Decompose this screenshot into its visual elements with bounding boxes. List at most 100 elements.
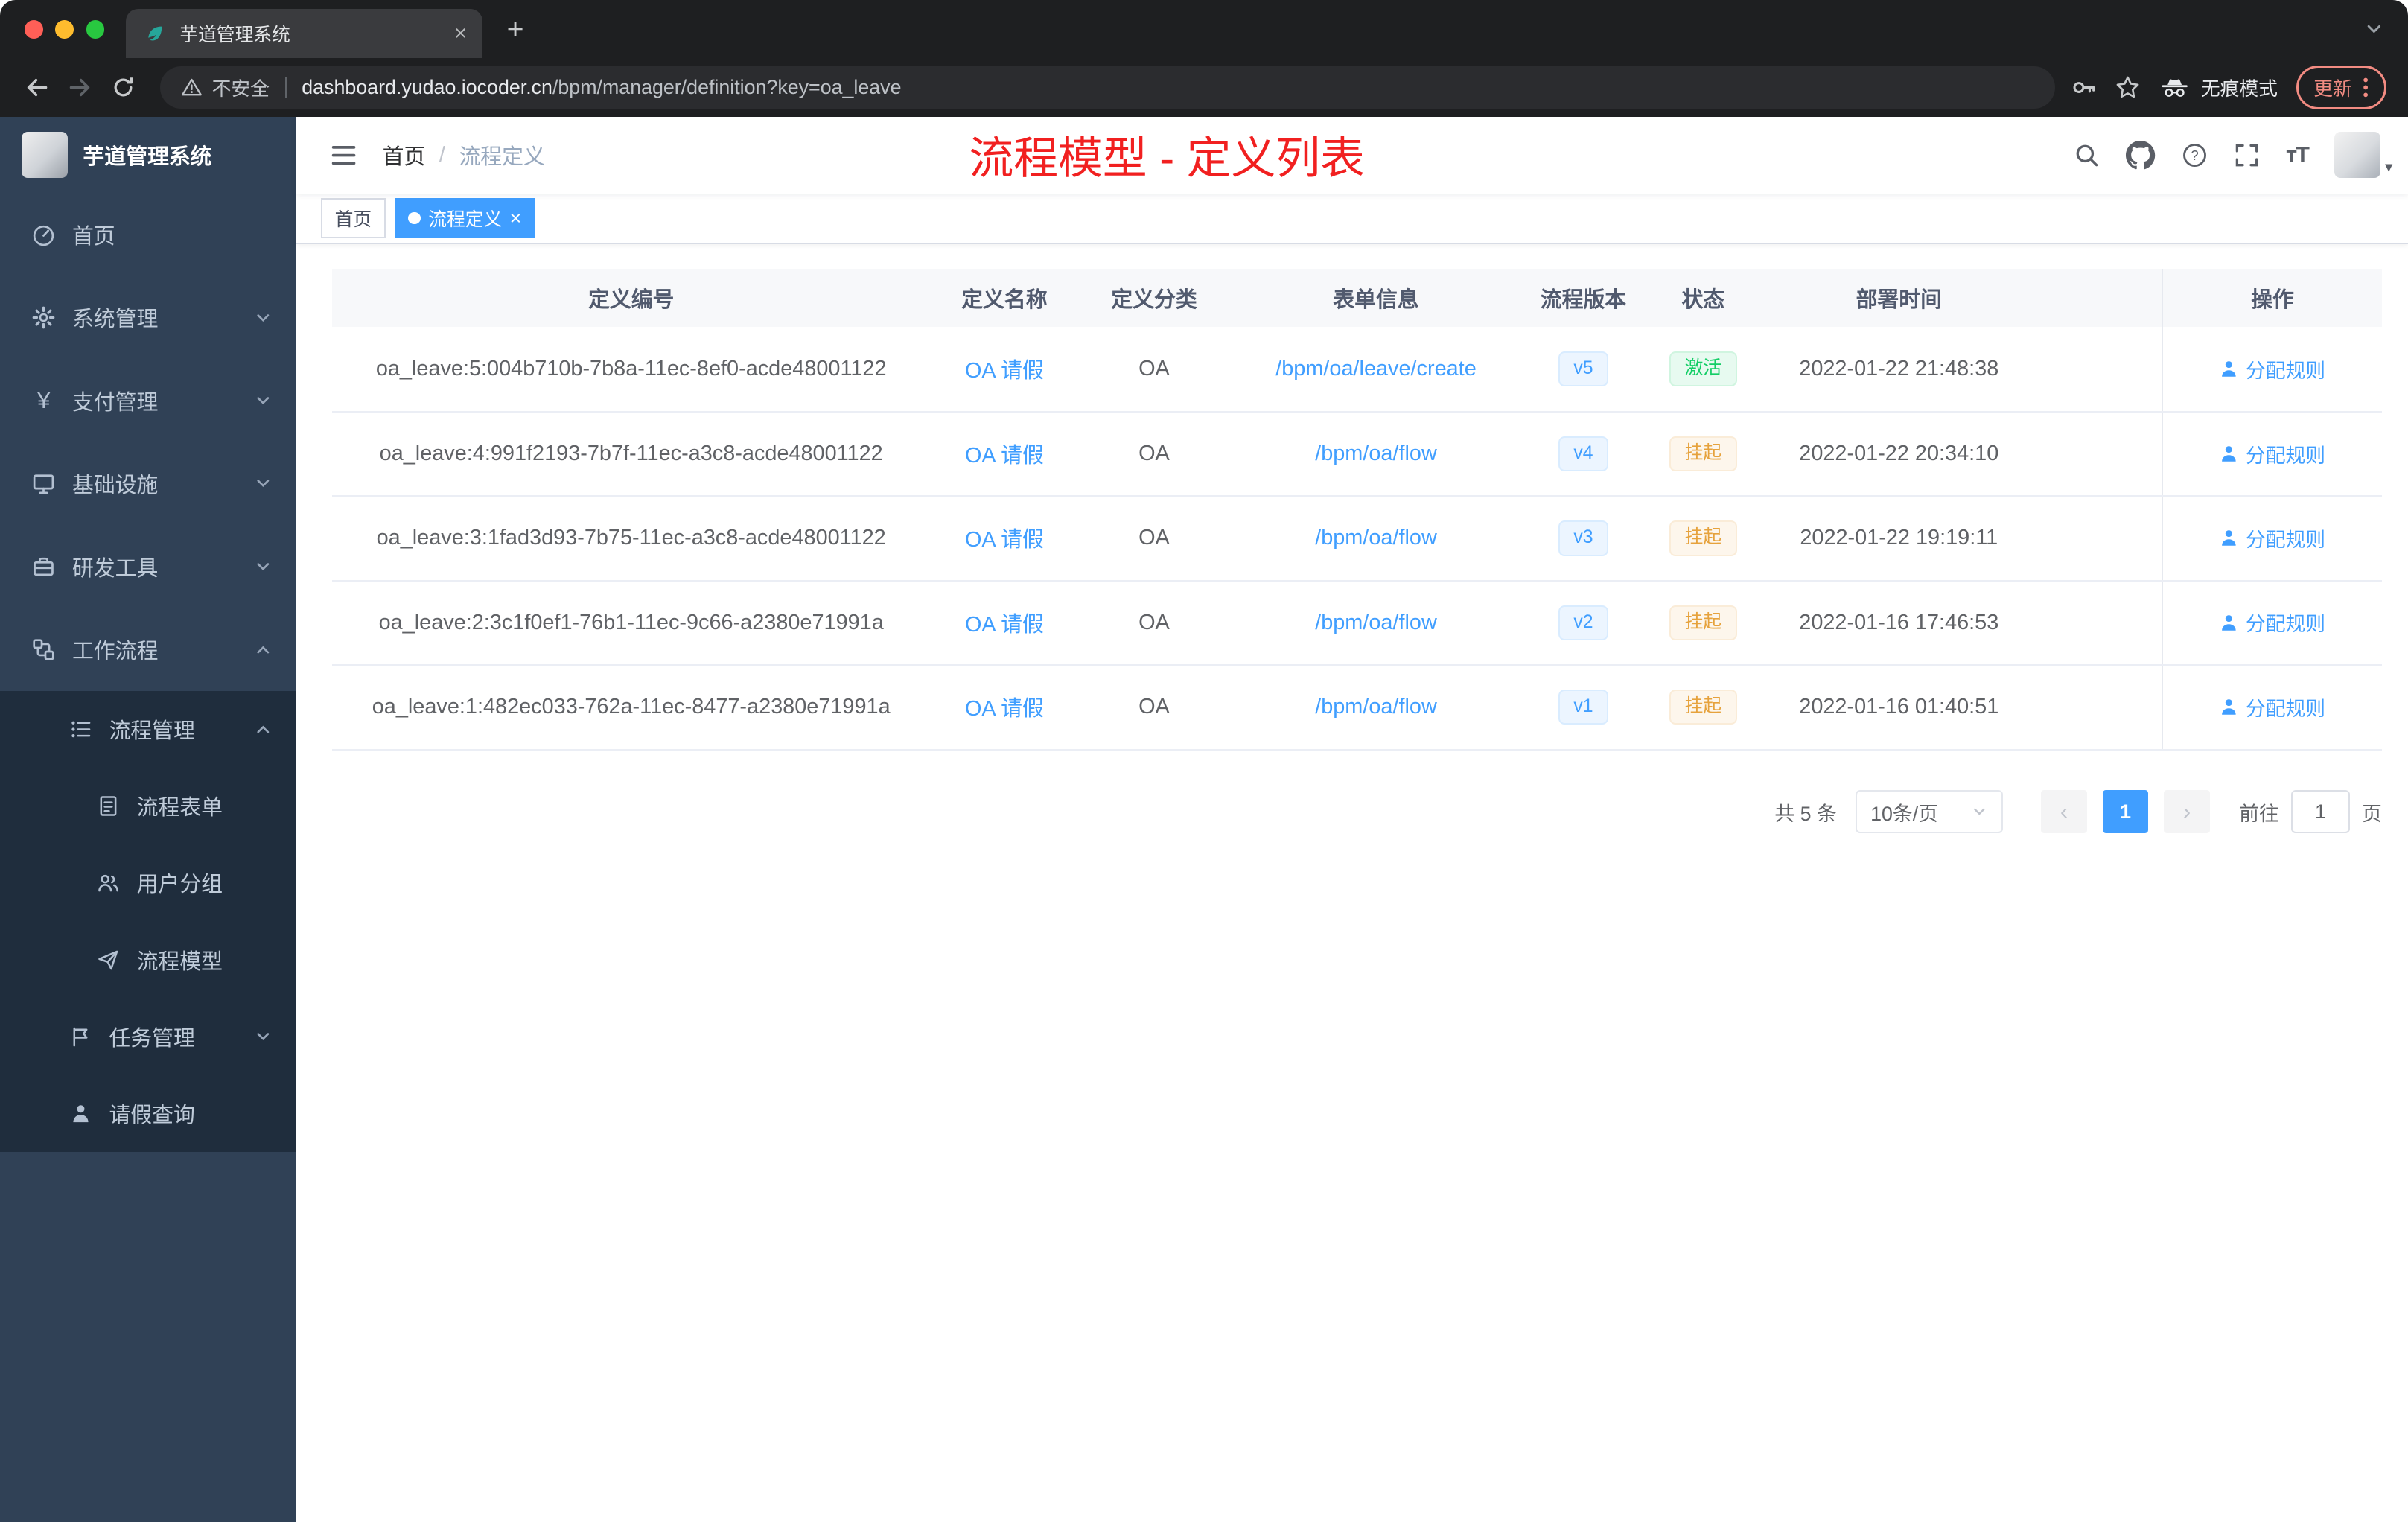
sidebar-item-home[interactable]: 首页 (0, 194, 296, 276)
version-badge: v3 (1558, 520, 1609, 556)
definition-name-link[interactable]: OA 请假 (965, 697, 1044, 721)
key-icon[interactable] (2071, 74, 2097, 101)
col-definition-category: 定义分类 (1077, 268, 1231, 328)
version-badge: v2 (1558, 605, 1609, 640)
chevron-up-icon (255, 721, 272, 738)
sidebar-item-user-group[interactable]: 用户分组 (0, 844, 296, 921)
assign-rule-link[interactable]: 分配规则 (2220, 608, 2325, 637)
url-text: dashboard.yudao.iocoder.cn/bpm/manager/d… (302, 76, 901, 99)
cell-filler (2036, 411, 2162, 497)
flag-icon (68, 1024, 94, 1050)
url-bar[interactable]: 不安全 dashboard.yudao.iocoder.cn/bpm/manag… (159, 66, 2055, 109)
sidebar-item-workflow[interactable]: 工作流程 (0, 608, 296, 691)
tab-title: 芋道管理系统 (179, 25, 290, 46)
tag-close-icon[interactable]: × (510, 208, 522, 229)
assign-rule-link[interactable]: 分配规则 (2220, 354, 2325, 383)
sidebar-item-leave-query[interactable]: 请假查询 (0, 1075, 296, 1152)
form-link[interactable]: /bpm/oa/flow (1315, 611, 1437, 634)
back-icon[interactable] (16, 66, 59, 109)
reload-icon[interactable] (101, 66, 144, 109)
update-label: 更新 (2313, 79, 2352, 101)
form-link[interactable]: /bpm/oa/flow (1315, 526, 1437, 550)
definition-name-link[interactable]: OA 请假 (965, 528, 1044, 552)
definition-name-link[interactable]: OA 请假 (965, 444, 1044, 468)
workflow-submenu: 流程管理 流程表单 用户分组 流程模型 任务管理 请假查询 (0, 691, 297, 1152)
status-badge: 激活 (1669, 351, 1737, 387)
form-link[interactable]: /bpm/oa/leave/create (1275, 357, 1477, 380)
tag-home[interactable]: 首页 (321, 198, 386, 238)
table-row: oa_leave:4:991f2193-7b7f-11ec-a3c8-acde4… (331, 411, 2382, 497)
paper-plane-icon (95, 947, 121, 973)
security-chip[interactable]: 不安全 (181, 74, 270, 101)
breadcrumb-home[interactable]: 首页 (383, 140, 426, 171)
col-definition-name: 定义名称 (930, 268, 1078, 328)
sidebar-item-infrastructure[interactable]: 基础设施 (0, 442, 296, 525)
cell-category: OA (1077, 580, 1231, 666)
toolbar-right: 无痕模式 更新 (2071, 65, 2387, 110)
zoom-window-button[interactable] (86, 19, 105, 39)
navbar: 首页 / 流程定义 流程模型 - 定义列表 ? тT ▾ (296, 116, 2408, 194)
tab-search-icon[interactable] (2365, 20, 2383, 39)
minimize-window-button[interactable] (55, 19, 74, 39)
hamburger-icon[interactable] (296, 141, 383, 169)
page-size-value: 10条/页 (1870, 802, 1938, 825)
sidebar-item-process-form[interactable]: 流程表单 (0, 768, 296, 844)
cell-deploy-time: 2022-01-22 21:48:38 (1761, 327, 2036, 413)
user-avatar[interactable]: ▾ (2334, 132, 2392, 179)
definition-name-link[interactable]: OA 请假 (965, 613, 1044, 637)
cell-deploy-time: 2022-01-22 19:19:11 (1761, 496, 2036, 582)
chevron-down-icon (255, 1028, 272, 1045)
sidebar-item-devtools[interactable]: 研发工具 (0, 525, 296, 608)
forward-icon[interactable] (58, 66, 101, 109)
help-icon[interactable]: ? (2182, 142, 2208, 168)
form-link[interactable]: /bpm/oa/flow (1315, 695, 1437, 719)
sidebar-item-system[interactable]: 系统管理 (0, 276, 296, 359)
form-link[interactable]: /bpm/oa/flow (1315, 442, 1437, 465)
definition-table: 定义编号 定义名称 定义分类 表单信息 流程版本 状态 部署时间 操作 oa_l… (331, 268, 2382, 751)
chevron-down-icon (255, 310, 272, 327)
goto-page-input[interactable] (2291, 790, 2350, 833)
fullscreen-icon[interactable] (2234, 142, 2260, 168)
github-icon[interactable] (2126, 140, 2156, 170)
font-size-icon[interactable]: тT (2286, 141, 2310, 168)
monitor-icon (31, 471, 57, 497)
tab-strip: 芋道管理系统 × + (0, 0, 2408, 59)
url-separator (284, 77, 287, 98)
next-page-button[interactable]: › (2164, 790, 2210, 833)
bookmark-star-icon[interactable] (2115, 74, 2141, 101)
tag-process-definition[interactable]: 流程定义 × (394, 198, 535, 238)
update-button[interactable]: 更新 (2296, 65, 2387, 110)
svg-text:?: ? (2191, 147, 2198, 163)
current-page-button[interactable]: 1 (2102, 790, 2149, 833)
version-badge: v5 (1558, 351, 1609, 387)
sidebar-logo[interactable]: 芋道管理系统 (0, 117, 296, 194)
col-deploy-time: 部署时间 (1761, 268, 2036, 328)
assign-rule-link[interactable]: 分配规则 (2220, 439, 2325, 468)
chevron-up-icon (255, 641, 272, 658)
browser-tab[interactable]: 芋道管理系统 × (126, 9, 482, 59)
cell-definition-id: oa_leave:1:482ec033-762a-11ec-8477-a2380… (331, 665, 931, 751)
browser-window: 芋道管理系统 × + 不安全 dashboard.yudao.iocoder.c… (0, 0, 2408, 1522)
cell-category: OA (1077, 411, 1231, 497)
search-icon[interactable] (2074, 142, 2100, 168)
prev-page-button[interactable]: ‹ (2041, 790, 2087, 833)
page-size-select[interactable]: 10条/页 (1855, 790, 2003, 833)
sidebar-menu: 首页 系统管理 ¥ 支付管理 基础设施 研发工具 工作流程 流程管理 流程表单 … (0, 194, 297, 1152)
workflow-icon (31, 637, 57, 663)
dashboard-icon (31, 222, 57, 248)
sidebar-item-task-management[interactable]: 任务管理 (0, 999, 296, 1075)
table-row: oa_leave:1:482ec033-762a-11ec-8477-a2380… (331, 665, 2382, 751)
sidebar-item-process-management[interactable]: 流程管理 (0, 691, 296, 768)
definition-name-link[interactable]: OA 请假 (965, 359, 1044, 383)
cell-deploy-time: 2022-01-16 17:46:53 (1761, 580, 2036, 666)
assign-rule-link[interactable]: 分配规则 (2220, 523, 2325, 553)
sidebar-item-label: 工作流程 (71, 639, 159, 663)
assign-rule-link[interactable]: 分配规则 (2220, 692, 2325, 722)
tab-close-icon[interactable]: × (454, 23, 467, 45)
new-tab-button[interactable]: + (507, 15, 524, 44)
close-window-button[interactable] (25, 19, 43, 39)
incognito-icon (2162, 79, 2188, 97)
sidebar-item-process-model[interactable]: 流程模型 (0, 922, 296, 999)
table-header-row: 定义编号 定义名称 定义分类 表单信息 流程版本 状态 部署时间 操作 (331, 268, 2382, 328)
sidebar-item-payment[interactable]: ¥ 支付管理 (0, 360, 296, 442)
